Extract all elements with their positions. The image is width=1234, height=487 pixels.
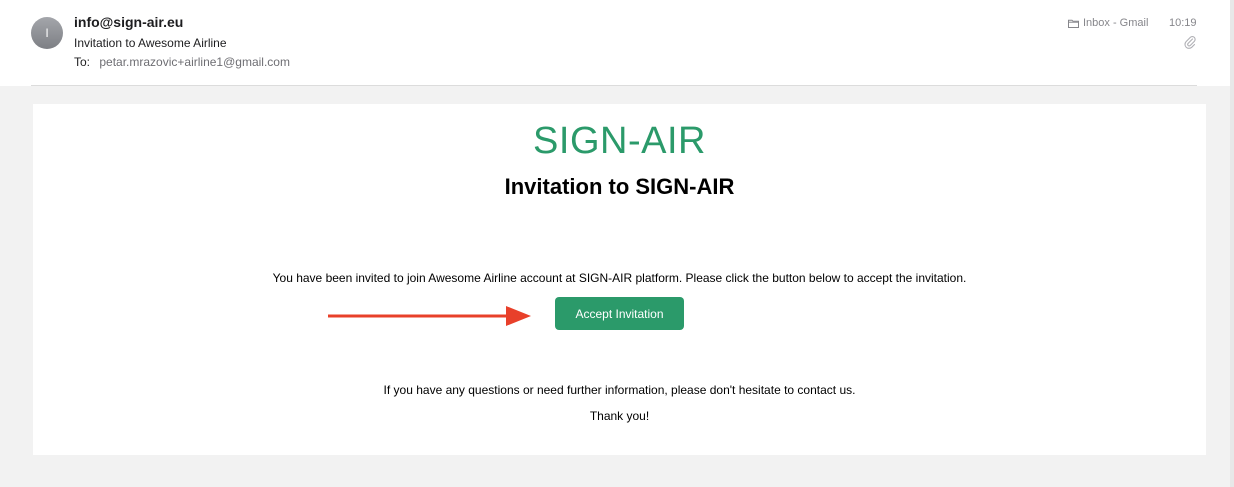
contact-message: If you have any questions or need furthe… — [383, 383, 856, 397]
sender-address[interactable]: info@sign-air.eu — [74, 14, 183, 30]
scrollbar-track[interactable] — [1230, 0, 1234, 487]
accept-invitation-button[interactable]: Accept Invitation — [555, 297, 684, 330]
email-content-card: SIGN-AIR Invitation to SIGN-AIR You have… — [33, 104, 1206, 455]
to-label: To: — [74, 55, 91, 69]
invite-message: You have been invited to join Awesome Ai… — [272, 271, 967, 285]
email-header: I info@sign-air.eu Invitation to Awesome… — [0, 0, 1230, 86]
email-time: 10:19 — [1169, 17, 1197, 29]
recipient-line: To: petar.mrazovic+airline1@gmail.com — [74, 55, 290, 69]
closing-message: Thank you! — [589, 409, 650, 423]
folder-icon — [1068, 19, 1079, 28]
email-viewer: I info@sign-air.eu Invitation to Awesome… — [0, 0, 1234, 487]
email-title: Invitation to SIGN-AIR — [504, 174, 735, 199]
mailbox-indicator[interactable]: Inbox - Gmail — [1068, 17, 1148, 29]
mailbox-label: Inbox - Gmail — [1083, 17, 1149, 29]
arrow-right-icon — [328, 306, 531, 326]
paperclip-icon[interactable] — [1184, 35, 1196, 54]
email-subject: Invitation to Awesome Airline — [74, 36, 227, 50]
sender-avatar[interactable]: I — [31, 17, 63, 49]
recipient-address[interactable]: petar.mrazovic+airline1@gmail.com — [99, 55, 290, 69]
brand-logo: SIGN-AIR — [533, 120, 706, 162]
